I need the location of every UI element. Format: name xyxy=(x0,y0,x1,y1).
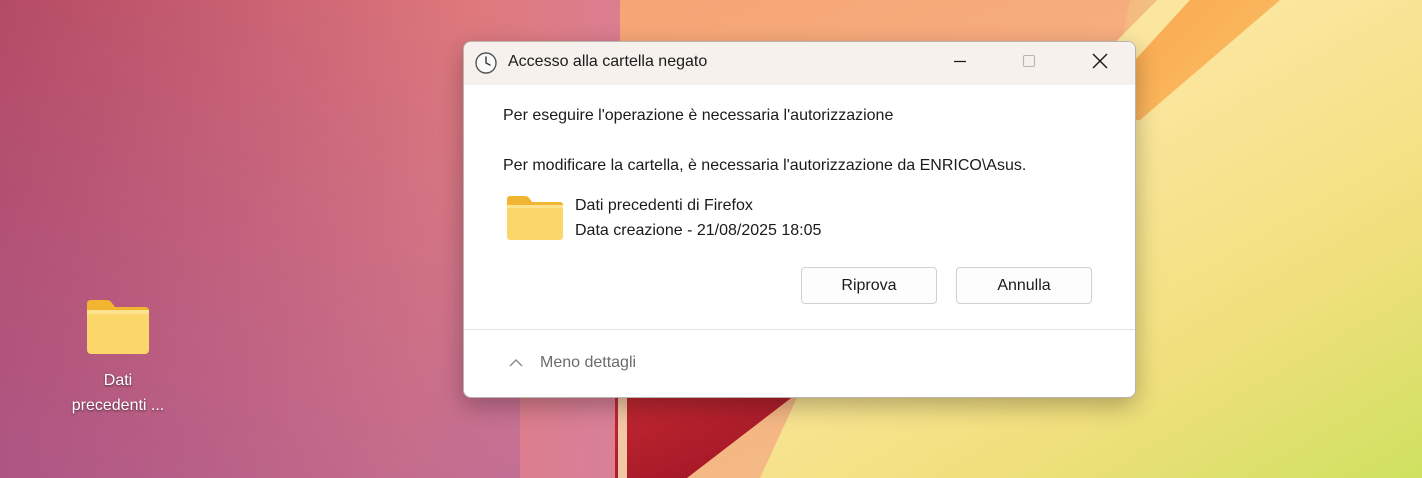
access-denied-dialog: Accesso alla cartella negato Per eseguir… xyxy=(463,41,1136,398)
cancel-button[interactable]: Annulla xyxy=(956,267,1092,304)
minimize-icon xyxy=(952,53,968,74)
wallpaper-layer xyxy=(618,395,627,478)
desktop-folder-label-line1: Dati xyxy=(103,372,133,389)
file-name: Dati precedenti di Firefox xyxy=(575,197,753,214)
less-details-label: Meno dettagli xyxy=(540,354,637,371)
file-created-date: Data creazione - 21/08/2025 18:05 xyxy=(575,222,822,239)
desktop-folder-label: Dati precedenti ... xyxy=(55,368,181,418)
chevron-up-icon xyxy=(508,355,524,367)
dialog-heading: Per eseguire l'operazione è necessaria l… xyxy=(503,107,894,124)
folder-icon xyxy=(506,194,564,242)
maximize-icon xyxy=(1021,53,1037,74)
desktop-folder-shortcut[interactable]: Dati precedenti ... xyxy=(55,298,181,418)
desktop-folder-label-line2: precedenti ... xyxy=(71,397,165,414)
close-icon xyxy=(1091,52,1109,75)
clock-icon xyxy=(474,51,498,75)
details-toggle[interactable]: Meno dettagli xyxy=(464,330,1135,397)
dialog-title: Accesso alla cartella negato xyxy=(508,53,708,70)
minimize-button[interactable] xyxy=(926,42,994,85)
dialog-titlebar[interactable]: Accesso alla cartella negato xyxy=(464,42,1135,85)
dialog-message: Per modificare la cartella, è necessaria… xyxy=(503,157,1027,174)
close-button[interactable] xyxy=(1066,42,1134,85)
retry-button[interactable]: Riprova xyxy=(801,267,937,304)
wallpaper-layer xyxy=(615,395,795,478)
maximize-button[interactable] xyxy=(995,42,1063,85)
folder-icon xyxy=(85,298,151,356)
desktop: Dati precedenti ... Accesso alla cartell… xyxy=(0,0,1422,478)
